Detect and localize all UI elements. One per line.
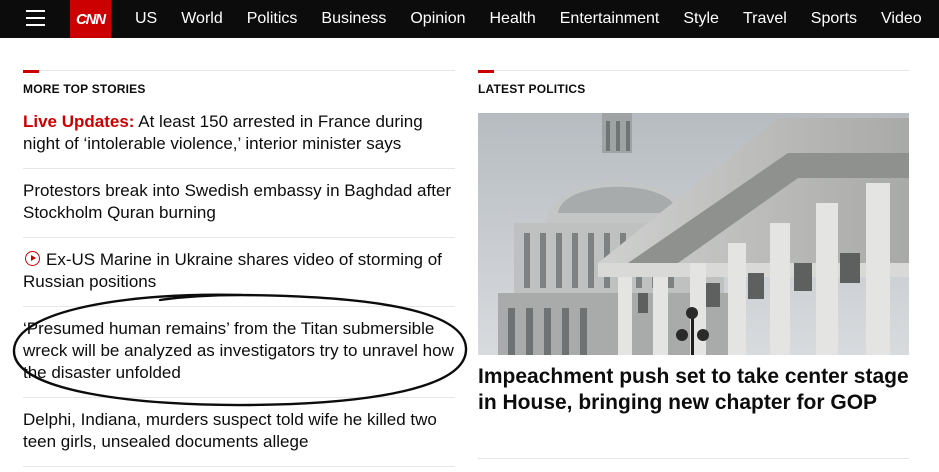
nav-link-us[interactable]: US <box>135 10 157 28</box>
section-divider <box>478 70 909 73</box>
nav-links: US World Politics Business Opinion Healt… <box>135 0 922 38</box>
nav-link-video[interactable]: Video <box>881 10 922 28</box>
nav-link-business[interactable]: Business <box>321 10 386 28</box>
hamburger-menu-icon[interactable] <box>26 10 45 26</box>
story-text: ‘Presumed human remains’ from the Titan … <box>23 319 454 382</box>
cnn-logo[interactable]: CNN <box>70 0 111 38</box>
top-nav-bar: CNN US World Politics Business Opinion H… <box>0 0 939 38</box>
section-divider <box>23 70 455 73</box>
more-top-stories-section: MORE TOP STORIES Live Updates: At least … <box>23 70 455 467</box>
latest-politics-section: LATEST POLITICS <box>478 70 909 96</box>
live-updates-label: Live Updates: <box>23 112 135 131</box>
section-divider <box>478 458 909 459</box>
play-video-icon <box>25 251 40 266</box>
story-text: Delphi, Indiana, murders suspect told wi… <box>23 410 437 451</box>
nav-link-style[interactable]: Style <box>683 10 719 28</box>
capitol-building-image[interactable] <box>478 113 909 355</box>
section-title: MORE TOP STORIES <box>23 82 146 96</box>
nav-link-politics[interactable]: Politics <box>247 10 298 28</box>
nav-link-opinion[interactable]: Opinion <box>410 10 465 28</box>
nav-link-world[interactable]: World <box>181 10 223 28</box>
story-link[interactable]: Protestors break into Swedish embassy in… <box>23 169 455 238</box>
section-title: LATEST POLITICS <box>478 82 586 96</box>
politics-headline-link[interactable]: Impeachment push set to take center stag… <box>478 364 909 416</box>
story-link[interactable]: Ex-US Marine in Ukraine shares video of … <box>23 238 455 307</box>
story-text: Protestors break into Swedish embassy in… <box>23 181 452 222</box>
nav-link-health[interactable]: Health <box>490 10 536 28</box>
story-text: Ex-US Marine in Ukraine shares video of … <box>23 250 442 291</box>
nav-link-entertainment[interactable]: Entertainment <box>560 10 660 28</box>
nav-link-sports[interactable]: Sports <box>811 10 857 28</box>
story-link[interactable]: Delphi, Indiana, murders suspect told wi… <box>23 398 455 467</box>
nav-link-travel[interactable]: Travel <box>743 10 787 28</box>
story-link[interactable]: ‘Presumed human remains’ from the Titan … <box>23 307 455 398</box>
story-link[interactable]: Live Updates: At least 150 arrested in F… <box>23 111 455 169</box>
